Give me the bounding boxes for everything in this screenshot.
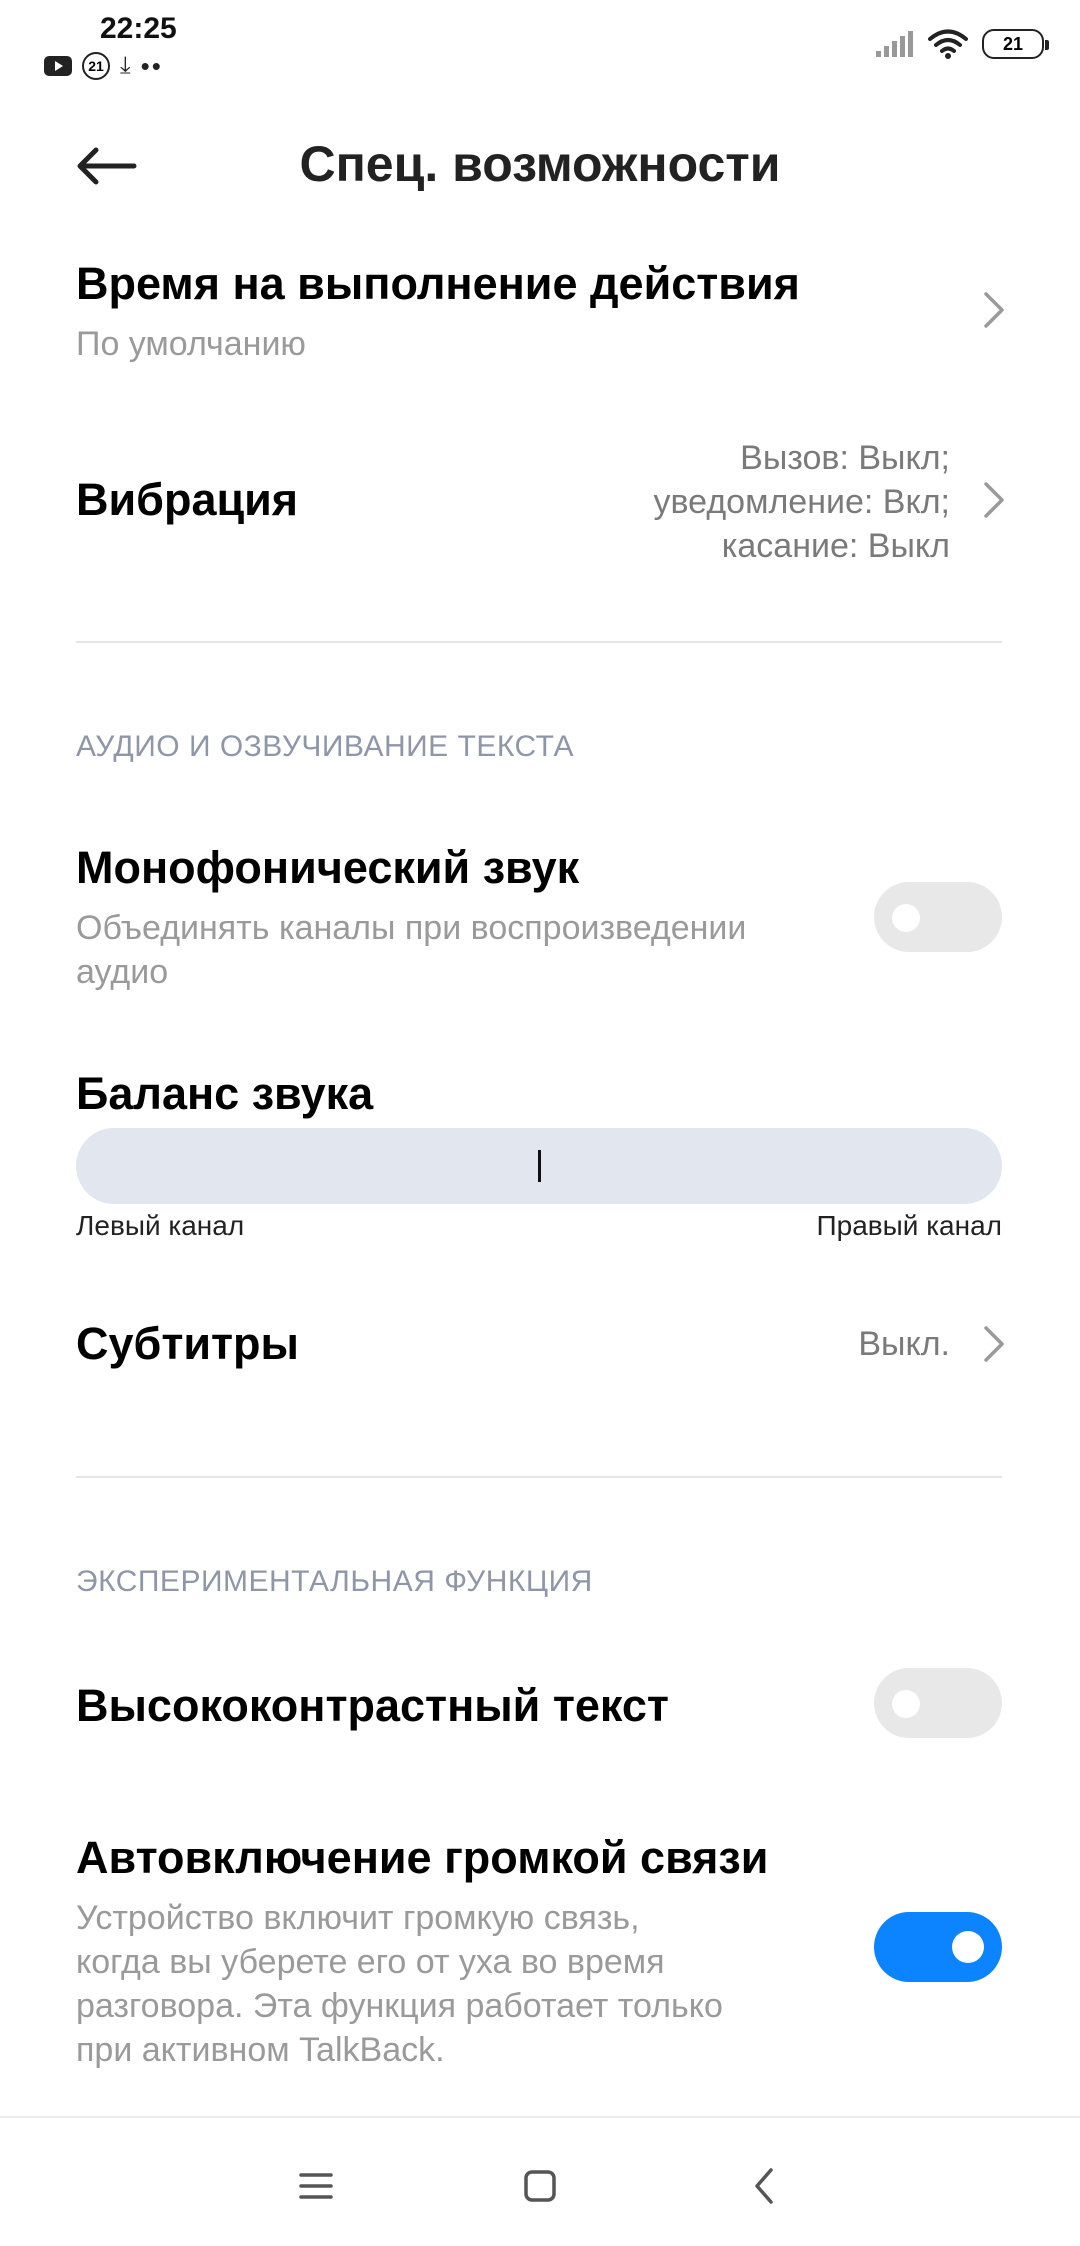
toggle-knob <box>952 1931 984 1963</box>
vibration-value: Вызов: Выкл; уведомление: Вкл; касание: … <box>653 436 950 568</box>
download-icon: ⤓ <box>120 52 131 79</box>
mono-audio-subtitle-line: Объединять каналы при воспроизведении <box>76 909 747 947</box>
chevron-right-icon <box>984 1326 1004 1362</box>
vibration-title: Вибрация <box>76 474 299 525</box>
balance-slider-thumb[interactable] <box>537 1150 541 1182</box>
section-header-audio: АУДИО И ОЗВУЧИВАНИЕ ТЕКСТА <box>76 730 575 763</box>
notification-count-badge: 21 <box>82 52 110 80</box>
auto-speaker-subtitle-line: Устройство включит громкую связь, <box>76 1899 640 1937</box>
chevron-right-icon <box>984 482 1004 518</box>
status-time: 22:25 <box>100 12 177 45</box>
chevron-right-icon <box>984 292 1004 328</box>
menu-icon <box>299 2173 333 2199</box>
battery-icon: 21 <box>982 29 1049 59</box>
accessibility-settings-screen: 22:25 21 ⤓ •• 21 Спец. возможности Время… <box>0 0 1080 2246</box>
home-button[interactable] <box>510 2156 570 2216</box>
auto-speaker-subtitle-line: при активном TalkBack. <box>76 2031 445 2069</box>
home-square-icon <box>524 2170 556 2202</box>
auto-speaker-toggle[interactable] <box>874 1912 1002 1982</box>
youtube-icon <box>44 56 72 76</box>
high-contrast-toggle[interactable] <box>874 1668 1002 1738</box>
mono-audio-toggle[interactable] <box>874 882 1002 952</box>
subtitles-value: Выкл. <box>858 1325 950 1363</box>
back-chevron-icon <box>755 2168 773 2204</box>
divider <box>76 1476 1002 1478</box>
high-contrast-title: Высококонтрастный текст <box>76 1680 669 1731</box>
vibration-value-line: касание: Выкл <box>721 527 950 565</box>
action-time-subtitle: По умолчанию <box>76 325 306 363</box>
balance-slider[interactable] <box>76 1128 1002 1204</box>
section-header-experimental: ЭКСПЕРИМЕНТАЛЬНАЯ ФУНКЦИЯ <box>76 1565 593 1598</box>
auto-speaker-title: Автовключение громкой связи <box>76 1832 769 1883</box>
balance-title: Баланс звука <box>76 1068 374 1119</box>
page-title: Спец. возможности <box>299 136 781 192</box>
back-nav-button[interactable] <box>734 2156 794 2216</box>
auto-speaker-subtitle-line: разговора. Эта функция работает только <box>76 1987 723 2025</box>
toggle-knob <box>892 1690 920 1718</box>
mono-audio-subtitle-line: аудио <box>76 953 169 991</box>
mono-audio-subtitle: Объединять каналы при воспроизведении ау… <box>76 906 746 994</box>
balance-right-label: Правый канал <box>816 1210 1003 1241</box>
auto-speaker-subtitle: Устройство включит громкую связь, когда … <box>76 1896 723 2072</box>
status-left-icons: 21 ⤓ •• <box>44 52 163 80</box>
action-time-title: Время на выполнение действия <box>76 258 800 309</box>
navigation-bar <box>0 2116 1080 2246</box>
wifi-icon <box>928 29 968 59</box>
status-right-icons: 21 <box>874 28 1049 60</box>
subtitles-title: Субтитры <box>76 1318 299 1369</box>
divider <box>76 641 1002 643</box>
vibration-value-line: уведомление: Вкл; <box>653 483 950 521</box>
signal-icon <box>876 31 913 57</box>
recents-button[interactable] <box>286 2156 346 2216</box>
more-dots-icon: •• <box>140 51 163 81</box>
mono-audio-title: Монофонический звук <box>76 842 580 893</box>
vibration-value-line: Вызов: Выкл; <box>740 439 950 477</box>
auto-speaker-subtitle-line: когда вы уберете его от уха во время <box>76 1943 665 1981</box>
balance-left-label: Левый канал <box>76 1210 245 1241</box>
toggle-knob <box>892 904 920 932</box>
